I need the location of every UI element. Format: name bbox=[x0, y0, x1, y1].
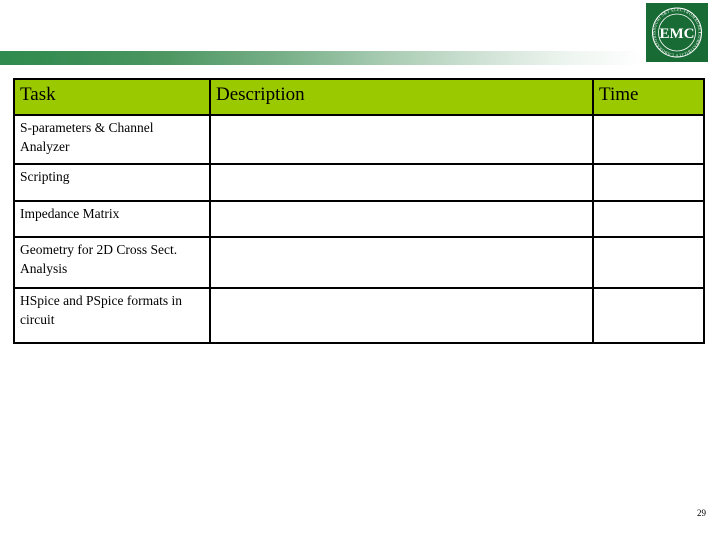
table-row: S-parameters & Channel Analyzer bbox=[13, 114, 705, 165]
table-row: HSpice and PSpice formats in circuit bbox=[13, 287, 705, 344]
cell-task: Impedance Matrix bbox=[13, 200, 211, 238]
slide-header: MISSOURI S&T ELECTROMAGNETIC COMPATIBILI… bbox=[0, 0, 720, 70]
emc-seal-logo: MISSOURI S&T ELECTROMAGNETIC COMPATIBILI… bbox=[646, 3, 708, 62]
column-header-description: Description bbox=[209, 78, 594, 116]
table-row: Scripting bbox=[13, 163, 705, 202]
cell-time bbox=[592, 236, 705, 289]
cell-description bbox=[209, 200, 594, 238]
column-header-time: Time bbox=[592, 78, 705, 116]
cell-description bbox=[209, 163, 594, 202]
table-header-row: Task Description Time bbox=[13, 78, 705, 116]
cell-time bbox=[592, 200, 705, 238]
svg-text:EMC: EMC bbox=[660, 26, 695, 42]
table-header: Task Description Time bbox=[13, 78, 705, 116]
column-header-task: Task bbox=[13, 78, 211, 116]
table-row: Impedance Matrix bbox=[13, 200, 705, 238]
cell-time bbox=[592, 287, 705, 344]
cell-task: Scripting bbox=[13, 163, 211, 202]
page-number: 29 bbox=[697, 508, 706, 518]
cell-task: S-parameters & Channel Analyzer bbox=[13, 114, 211, 165]
table-body: S-parameters & Channel Analyzer Scriptin… bbox=[13, 114, 705, 344]
task-table: Task Description Time S-parameters & Cha… bbox=[13, 78, 705, 344]
cell-time bbox=[592, 114, 705, 165]
cell-time bbox=[592, 163, 705, 202]
cell-task: Geometry for 2D Cross Sect. Analysis bbox=[13, 236, 211, 289]
header-gradient-bar bbox=[0, 51, 646, 65]
cell-task: HSpice and PSpice formats in circuit bbox=[13, 287, 211, 344]
cell-description bbox=[209, 114, 594, 165]
cell-description bbox=[209, 236, 594, 289]
table-row: Geometry for 2D Cross Sect. Analysis bbox=[13, 236, 705, 289]
cell-description bbox=[209, 287, 594, 344]
